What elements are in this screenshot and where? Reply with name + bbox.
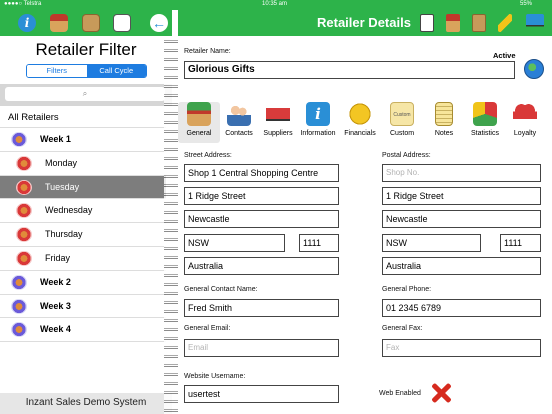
phone-field[interactable]: 01 2345 6789 [382, 299, 541, 317]
tab-general[interactable]: General [178, 102, 220, 143]
info-icon[interactable]: i [18, 14, 36, 32]
postal-postcode-field[interactable]: 1111 [500, 234, 541, 252]
carrier-label: ●●●●○ Telstra [4, 1, 42, 7]
search-input[interactable]: ⌕ [5, 87, 165, 101]
print-icon[interactable] [420, 14, 434, 32]
list-item-all-retailers[interactable]: All Retailers [0, 108, 166, 128]
battery-label: 55% [520, 1, 533, 7]
tab-statistics[interactable]: Statistics [464, 102, 506, 137]
detail-tabs: General Contacts Suppliers i Information … [178, 102, 552, 146]
list-item[interactable]: Week 1 [0, 128, 166, 152]
email-label: General Email: [184, 325, 231, 332]
list-item[interactable]: Wednesday [0, 199, 166, 224]
website-username-field[interactable]: usertest [184, 385, 339, 403]
retailer-name-field[interactable]: Glorious Gifts [184, 61, 515, 79]
clock: 10:35 am [262, 1, 288, 7]
app-footer: Inzant Sales Demo System [0, 393, 172, 414]
tab-contacts[interactable]: Contacts [218, 102, 260, 137]
segment-filters[interactable]: Filters [27, 65, 87, 77]
phone-label: General Phone: [382, 286, 432, 293]
call-cycle-list: All Retailers Week 1 Monday Tuesday Wedn… [0, 108, 166, 343]
people-icon [227, 102, 251, 126]
store-icon [16, 155, 32, 171]
box-icon[interactable] [472, 14, 486, 32]
globe-icon[interactable] [524, 59, 544, 79]
postal-line1-field[interactable]: Shop No. [382, 164, 541, 182]
list-item[interactable]: Monday [0, 152, 166, 176]
list-item[interactable]: Week 2 [0, 271, 166, 295]
list-item-selected[interactable]: Tuesday [0, 175, 166, 200]
tab-notes[interactable]: Notes [423, 102, 465, 137]
search-icon: ⌕ [82, 89, 88, 98]
info-icon: i [306, 102, 330, 126]
store-icon[interactable] [446, 14, 460, 32]
store-icon [187, 102, 211, 126]
spiral-binding [164, 36, 178, 414]
truck-icon [266, 102, 290, 126]
email-field[interactable]: Email [184, 339, 339, 357]
coins-icon [348, 102, 372, 126]
tab-loyalty[interactable]: Loyalty [504, 102, 546, 137]
store-icon [11, 298, 27, 314]
street-line1-field[interactable]: Shop 1 Central Shopping Centre [184, 164, 339, 182]
store-icon [16, 227, 32, 243]
truck-icon[interactable] [526, 14, 544, 32]
store-icon[interactable] [50, 14, 68, 32]
store-icon [16, 203, 32, 219]
postal-country-field[interactable]: Australia [382, 257, 541, 275]
status-bar: ●●●●○ Telstra 10:35 am 55% [0, 0, 552, 10]
store-icon [11, 274, 27, 290]
right-toolbar: Retailer Details [178, 10, 552, 36]
store-icon [11, 132, 27, 147]
box-icon[interactable] [82, 14, 100, 32]
filter-title: Retailer Filter [35, 40, 137, 59]
street-state-field[interactable]: NSW [184, 234, 285, 252]
list-item[interactable]: Week 4 [0, 318, 166, 343]
postal-state-field[interactable]: NSW [382, 234, 481, 252]
tab-custom[interactable]: Custom Custom [381, 102, 423, 137]
custom-note-icon: Custom [390, 102, 414, 126]
street-city-field[interactable]: Newcastle [184, 210, 339, 228]
postal-city-field[interactable]: Newcastle [382, 210, 541, 228]
segment-call-cycle[interactable]: Call Cycle [86, 65, 146, 77]
fax-label: General Fax: [382, 325, 423, 332]
store-icon [16, 179, 32, 195]
store-icon [16, 250, 32, 266]
web-enabled-label: Web Enabled [379, 390, 421, 397]
filter-segmented-control: Filters Call Cycle [26, 64, 147, 78]
contact-name-field[interactable]: Fred Smith [184, 299, 339, 317]
tab-information[interactable]: i Information [297, 102, 339, 137]
tab-suppliers[interactable]: Suppliers [257, 102, 299, 137]
back-arrow-icon[interactable]: ← [150, 14, 168, 32]
web-enabled-toggle-x-icon[interactable] [430, 382, 452, 404]
contact-name-label: General Contact Name: [184, 286, 258, 293]
calendar-icon[interactable] [113, 14, 131, 32]
fax-field[interactable]: Fax [382, 339, 541, 357]
search-bar: ⌕ [0, 84, 172, 106]
notepad-icon [435, 102, 453, 126]
street-address-label: Street Address: [184, 152, 232, 159]
retailer-name-label: Retailer Name: [184, 48, 231, 55]
retailer-details-pane: Retailer Details Retailer Name: Active G… [178, 10, 552, 414]
street-country-field[interactable]: Australia [184, 257, 339, 275]
list-item[interactable]: Week 3 [0, 295, 166, 319]
website-username-label: Website Username: [184, 373, 246, 380]
pie-chart-icon [473, 102, 497, 126]
street-postcode-field[interactable]: 1111 [299, 234, 339, 252]
store-icon [11, 322, 27, 338]
list-item[interactable]: Friday [0, 247, 166, 271]
page-title: Retailer Details [317, 15, 411, 30]
tab-financials[interactable]: Financials [339, 102, 381, 137]
pencil-icon[interactable] [498, 14, 512, 32]
postal-address-label: Postal Address: [382, 152, 431, 159]
heart-icon [513, 102, 537, 126]
list-item[interactable]: Thursday [0, 223, 166, 247]
active-label: Active [493, 51, 516, 60]
street-line2-field[interactable]: 1 Ridge Street [184, 187, 339, 205]
left-toolbar: i ← [0, 10, 172, 36]
postal-line2-field[interactable]: 1 Ridge Street [382, 187, 541, 205]
